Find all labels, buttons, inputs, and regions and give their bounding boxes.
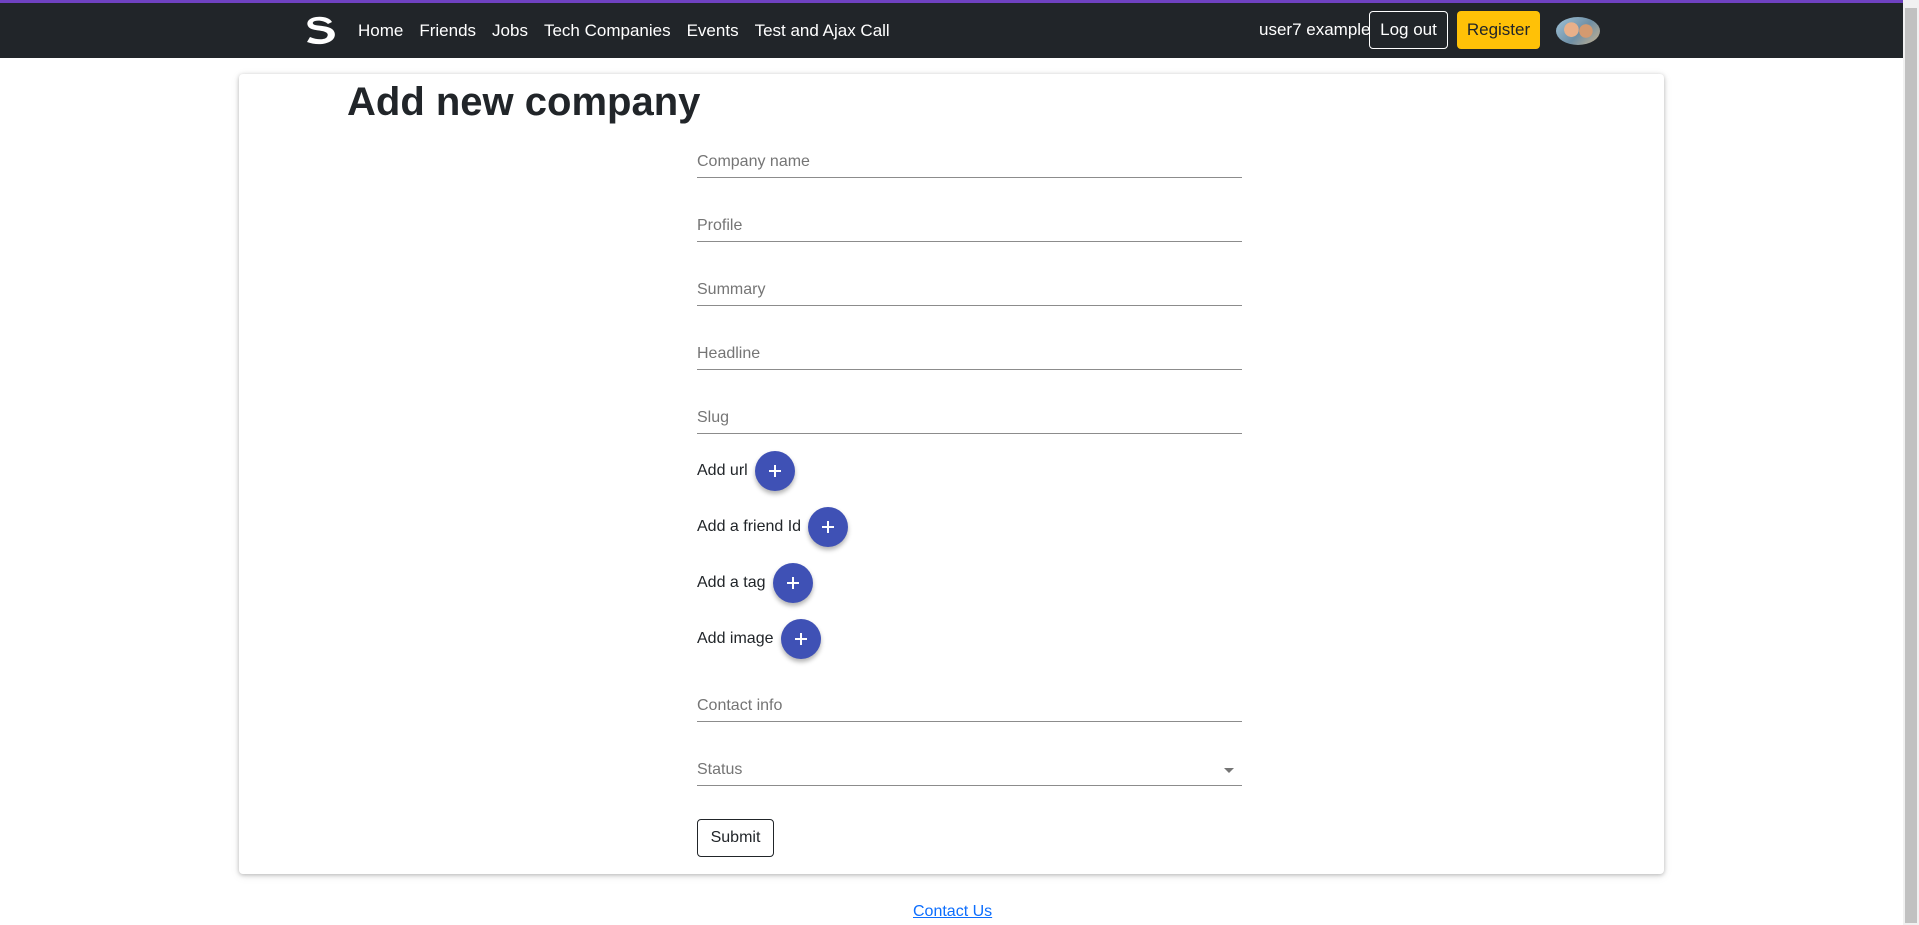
add-friend-label: Add a friend Id [697,518,802,535]
add-image-row: Add image [697,619,821,659]
contact-us-link[interactable]: Contact Us [913,903,992,921]
plus-icon [822,521,835,533]
add-image-label: Add image [697,630,774,647]
slug-field [697,404,1242,434]
slug-input[interactable] [697,404,1242,432]
contact-info-input[interactable] [697,692,1242,720]
add-image-button[interactable] [780,619,821,659]
headline-field [697,340,1242,370]
contact-info-field [697,692,1242,722]
headline-input[interactable] [697,340,1242,368]
nav-link-test-ajax[interactable]: Test and Ajax Call [755,21,890,41]
add-tag-row: Add a tag [697,563,813,603]
form-card [239,74,1664,874]
user-avatar[interactable] [1556,17,1600,45]
profile-field [697,212,1242,242]
scrollbar-thumb[interactable] [1905,8,1917,923]
nav-links: Home Friends Jobs Tech Companies Events … [358,3,906,58]
add-friend-row: Add a friend Id [697,507,849,547]
nav-link-friends[interactable]: Friends [419,21,476,41]
nav-link-events[interactable]: Events [687,21,739,41]
plus-icon [786,577,799,589]
user-name: user7 example [1259,20,1371,39]
company-name-input[interactable] [697,148,1242,176]
register-button[interactable]: Register [1457,11,1540,49]
nav-link-tech-companies[interactable]: Tech Companies [544,21,671,41]
add-url-button[interactable] [754,451,795,491]
add-tag-button[interactable] [772,563,813,603]
add-friend-button[interactable] [808,507,849,547]
nav-link-jobs[interactable]: Jobs [492,21,528,41]
profile-input[interactable] [697,212,1242,240]
company-name-field [697,148,1242,178]
add-tag-label: Add a tag [697,574,766,591]
add-url-label: Add url [697,462,748,479]
summary-input[interactable] [697,276,1242,304]
page-title: Add new company [347,80,701,124]
plus-icon [794,633,807,645]
submit-button[interactable]: Submit [697,819,774,857]
s-logo-icon[interactable] [303,15,337,45]
plus-icon [768,465,781,477]
logout-button[interactable]: Log out [1369,11,1448,49]
add-url-row: Add url [697,451,795,491]
summary-field [697,276,1242,306]
nav-link-home[interactable]: Home [358,21,403,41]
navbar: Home Friends Jobs Tech Companies Events … [0,3,1903,58]
status-label: Status [697,761,743,778]
status-select[interactable]: Status [697,756,1242,786]
caret-down-icon [1224,768,1234,773]
